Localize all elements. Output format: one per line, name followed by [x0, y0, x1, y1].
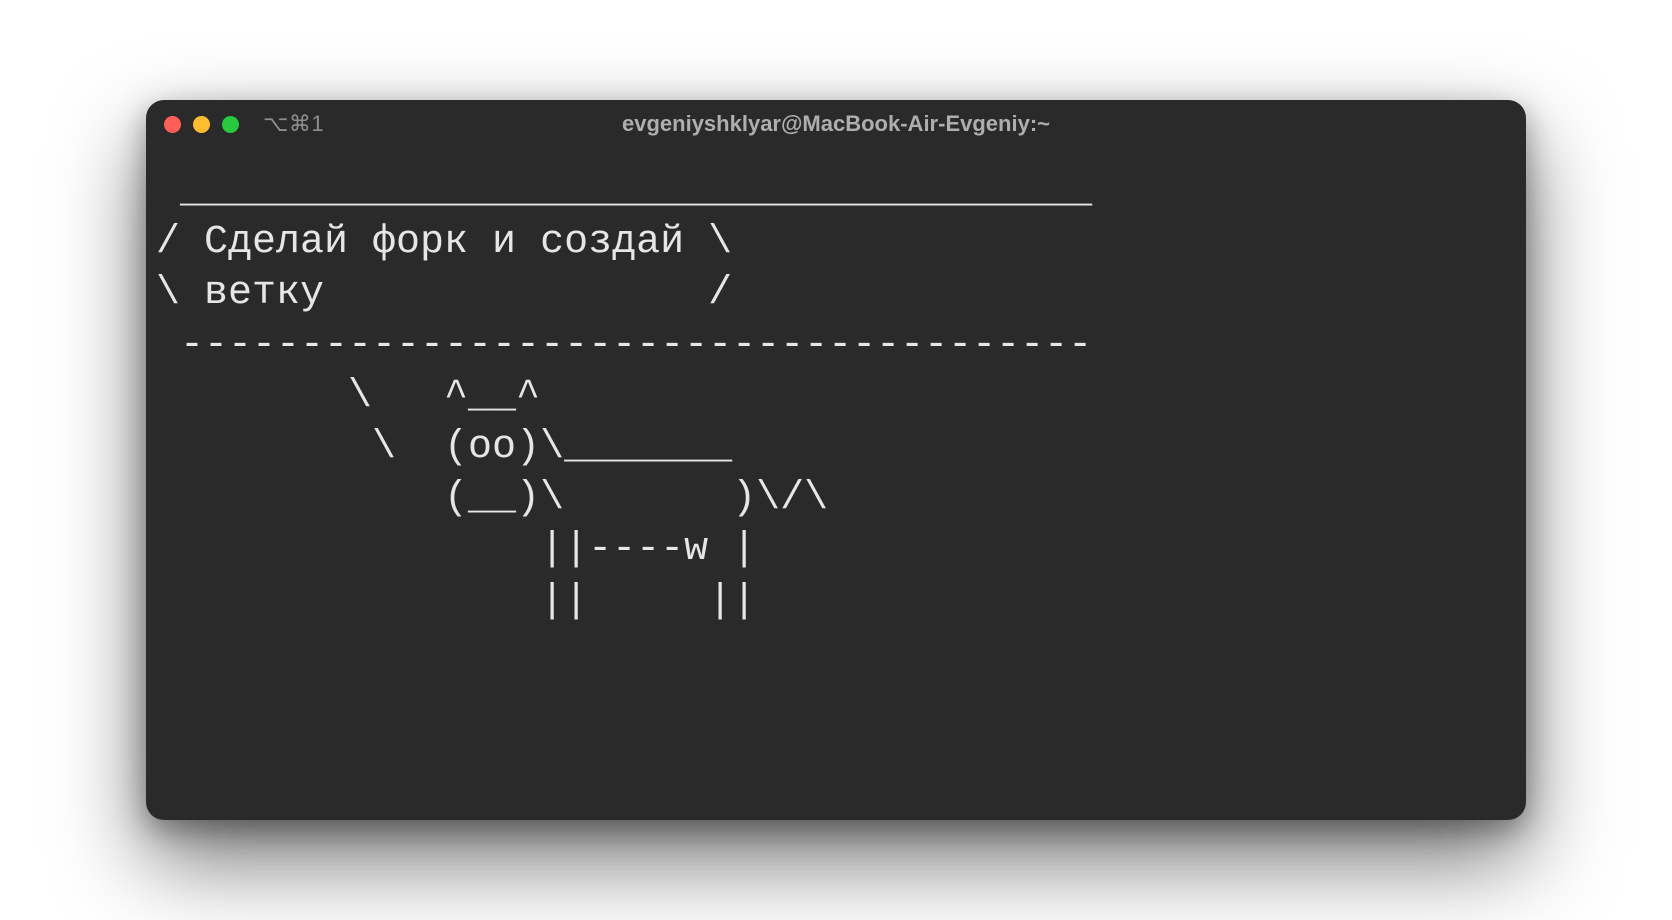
profile-shortcut-label: ⌥⌘1 [263, 111, 324, 137]
stage: ⌥⌘1 evgeniyshklyar@MacBook-Air-Evgeniy:~… [0, 0, 1672, 920]
close-button[interactable] [164, 116, 181, 133]
zoom-button[interactable] [222, 116, 239, 133]
titlebar[interactable]: ⌥⌘1 evgeniyshklyar@MacBook-Air-Evgeniy:~ [146, 100, 1526, 148]
window-title: evgeniyshklyar@MacBook-Air-Evgeniy:~ [146, 111, 1526, 137]
terminal-body[interactable]: ______________________________________ /… [146, 148, 1526, 820]
minimize-button[interactable] [193, 116, 210, 133]
traffic-lights [164, 116, 239, 133]
terminal-window: ⌥⌘1 evgeniyshklyar@MacBook-Air-Evgeniy:~… [146, 100, 1526, 820]
terminal-output: ______________________________________ /… [156, 166, 1516, 627]
